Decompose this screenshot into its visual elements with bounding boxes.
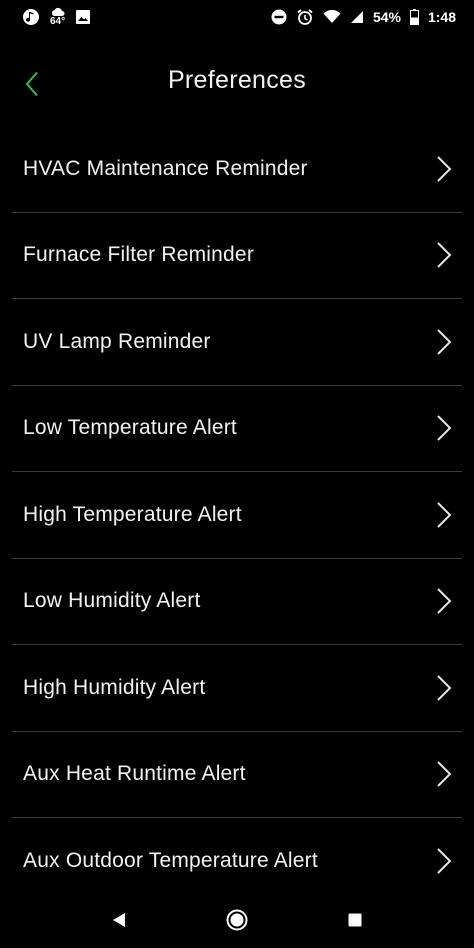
image-icon [75,9,91,25]
battery-percent: 54% [372,9,401,25]
system-nav-bar [0,892,474,948]
do-not-disturb-icon [271,9,287,25]
pref-item-high-humidity-alert[interactable]: High Humidity Alert [12,645,462,732]
pref-item-label: Aux Outdoor Temperature Alert [23,849,318,873]
nav-home-button[interactable] [213,896,261,944]
pref-item-label: Furnace Filter Reminder [23,243,255,267]
battery-icon [409,9,419,25]
chevron-right-icon [434,672,454,704]
chevron-right-icon [434,845,454,877]
recents-square-icon [348,913,362,927]
chevron-right-icon [434,585,454,617]
status-left: 64° [22,7,91,27]
pref-item-hvac-maintenance-reminder[interactable]: HVAC Maintenance Reminder [12,126,462,213]
pref-item-label: HVAC Maintenance Reminder [23,156,308,180]
pref-item-label: Low Humidity Alert [23,589,201,613]
music-icon [22,8,40,26]
signal-icon [350,10,364,24]
preferences-list: HVAC Maintenance Reminder Furnace Filter… [12,126,462,905]
pref-item-label: Low Temperature Alert [23,416,237,440]
pref-item-high-temperature-alert[interactable]: High Temperature Alert [12,472,462,559]
chevron-right-icon [434,499,454,531]
chevron-right-icon [434,412,454,444]
pref-item-label: UV Lamp Reminder [23,329,211,353]
pref-item-label: High Humidity Alert [23,675,206,699]
clock-time: 1:48 [427,9,456,25]
chevron-right-icon [434,153,454,185]
chevron-right-icon [434,758,454,790]
chevron-right-icon [434,239,454,271]
wifi-icon [323,10,341,24]
nav-recents-button[interactable] [331,896,379,944]
page-title: Preferences [167,66,307,94]
pref-item-label: Aux Heat Runtime Alert [23,762,246,786]
home-circle-icon [226,909,248,931]
pref-item-furnace-filter-reminder[interactable]: Furnace Filter Reminder [12,213,462,299]
back-triangle-icon [113,913,125,927]
pref-item-low-temperature-alert[interactable]: Low Temperature Alert [12,386,462,472]
status-right: 54% 1:48 [271,8,456,26]
pref-item-label: High Temperature Alert [23,502,242,526]
status-bar: 64° 54% 1:48 [0,0,474,34]
pref-item-aux-heat-runtime-alert[interactable]: Aux Heat Runtime Alert [12,732,462,818]
chevron-right-icon [434,326,454,358]
temperature-text: 64° [50,16,66,27]
pref-item-low-humidity-alert[interactable]: Low Humidity Alert [12,559,462,645]
alarm-icon [296,8,314,26]
nav-back-button[interactable] [95,896,143,944]
pref-item-uv-lamp-reminder[interactable]: UV Lamp Reminder [12,299,462,386]
weather-indicator: 64° [50,7,65,27]
header: Preferences [0,48,474,118]
